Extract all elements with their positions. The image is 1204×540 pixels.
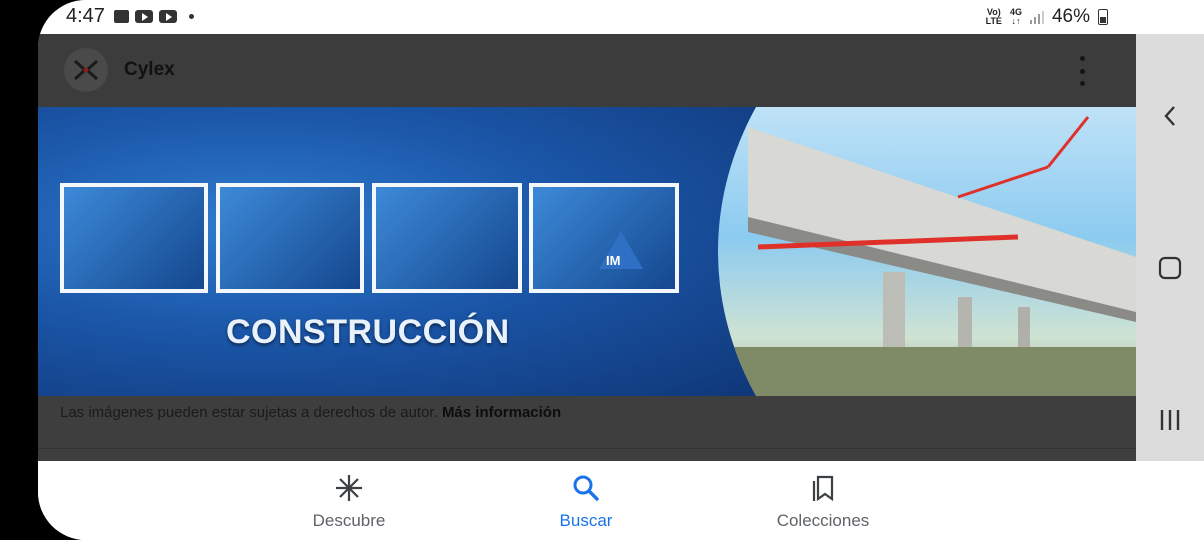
battery-icon	[1098, 9, 1108, 25]
rubber-rolls-photo	[372, 183, 522, 293]
search-icon	[573, 475, 599, 501]
rubber-pad-photo	[60, 183, 208, 293]
youtube-notification-icon	[135, 10, 153, 23]
copyright-notice: Las imágenes pueden estar sujetas a dere…	[60, 404, 561, 421]
volte-bottom-label: LTE	[985, 16, 1002, 26]
tab-label: Colecciones	[776, 511, 870, 530]
preview-image[interactable]: IM CONSTRUCCIÓN	[38, 107, 1136, 396]
copyright-text: Las imágenes pueden estar sujetas a dere…	[60, 404, 438, 421]
image-notification-icon	[114, 10, 129, 23]
image-viewer-overlay: Cylex IM CONSTRUCCIÓN Las imágenes puede…	[38, 34, 1136, 461]
more-notifications-icon	[189, 14, 194, 19]
youtube-notification-icon	[159, 10, 177, 23]
status-time: 4:47	[66, 5, 105, 27]
bridge-photo	[718, 107, 1136, 396]
tab-colecciones[interactable]: Colecciones	[743, 473, 903, 531]
im-logo-text: IM	[606, 253, 621, 268]
recents-icon	[1160, 410, 1180, 430]
more-options-button[interactable]	[1076, 56, 1088, 86]
divider	[38, 448, 1136, 449]
network-4g-icon: 4G ↓↑	[1010, 8, 1022, 26]
rubber-block-photo	[216, 183, 364, 293]
more-info-link[interactable]: Más información	[442, 404, 561, 421]
data-arrows-icon: ↓↑	[1011, 16, 1021, 26]
site-name[interactable]: Cylex	[124, 59, 175, 81]
viewer-header: Cylex	[38, 34, 1136, 107]
notification-icons	[114, 10, 194, 23]
status-bar: 4:47 Vo) LTE 4G ↓↑ 46%	[38, 0, 1204, 34]
site-logo-icon[interactable]	[64, 48, 108, 92]
volte-icon: Vo) LTE	[986, 8, 1002, 26]
tab-buscar[interactable]: Buscar	[506, 473, 666, 531]
banner-title: CONSTRUCCIÓN	[226, 313, 510, 351]
system-navigation-bar	[1136, 34, 1204, 461]
bookmarks-icon	[812, 475, 834, 502]
asterisk-icon	[336, 475, 362, 501]
back-chevron-icon	[1164, 106, 1175, 126]
status-indicators: Vo) LTE 4G ↓↑ 46%	[986, 6, 1108, 28]
home-button[interactable]	[1136, 238, 1204, 298]
bottom-navigation: Descubre Buscar Colecciones	[38, 461, 1204, 540]
tab-label: Descubre	[312, 511, 386, 530]
phone-screen: 4:47 Vo) LTE 4G ↓↑ 46% Cylex IM CONSTRUC…	[0, 0, 1204, 540]
tab-descubre[interactable]: Descubre	[269, 473, 429, 531]
signal-icon	[1029, 10, 1044, 24]
app-display: 4:47 Vo) LTE 4G ↓↑ 46% Cylex IM CONSTRUC…	[38, 0, 1204, 540]
rubber-strip-photo: IM	[529, 183, 679, 293]
battery-percent: 46%	[1051, 6, 1090, 27]
home-square-icon	[1158, 256, 1182, 280]
recents-button[interactable]	[1136, 390, 1204, 450]
back-button[interactable]	[1136, 86, 1204, 146]
tab-label: Buscar	[559, 511, 613, 530]
